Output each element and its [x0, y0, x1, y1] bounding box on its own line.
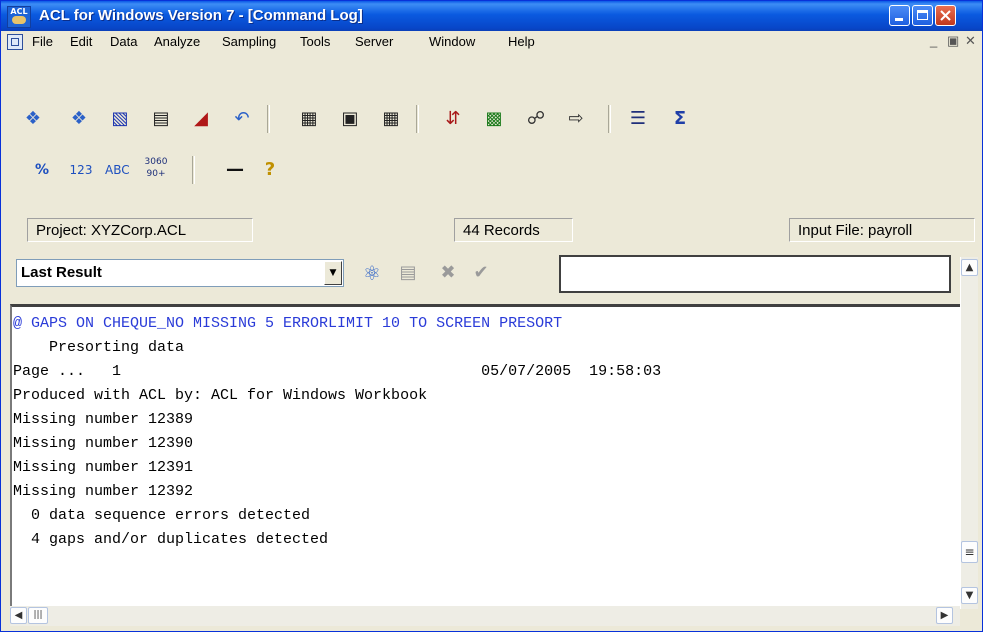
analysis-toolbar: % 123 ABC 3060 90+ — ? [1, 141, 982, 207]
status-row: Project: XYZCorp.ACL 44 Records Input Fi… [1, 212, 982, 246]
age-icon[interactable]: 3060 90+ [144, 156, 168, 180]
log-line: Missing number 12390 [13, 435, 194, 452]
command-input[interactable] [559, 255, 951, 293]
menu-tools[interactable]: Tools [300, 34, 330, 49]
separator-line-icon[interactable]: — [223, 158, 247, 182]
result-select[interactable]: Last Result ▼ [16, 259, 344, 287]
cancel-icon[interactable]: ✖ [436, 261, 460, 285]
total-icon[interactable]: Σ [668, 107, 692, 131]
open-table-icon[interactable]: ❖ [67, 107, 91, 131]
app-icon-text: ACL [10, 7, 28, 16]
menu-data[interactable]: Data [110, 34, 137, 49]
scroll-right-button[interactable]: ▶ [936, 607, 953, 624]
help-icon[interactable]: ? [258, 158, 282, 182]
sort-icon[interactable]: ⇵ [441, 107, 465, 131]
undo-icon[interactable]: ↶ [230, 107, 254, 131]
log-line: 0 data sequence errors detected [13, 507, 311, 524]
acl-app-icon[interactable]: ACL [7, 6, 31, 28]
mdi-minimize-button[interactable]: _ [930, 33, 937, 48]
grid-icon[interactable]: ▦ [379, 107, 403, 131]
count-icon[interactable]: ☰ [626, 107, 650, 131]
accept-icon[interactable]: ✔ [469, 261, 493, 285]
characters-icon[interactable]: ABC [105, 158, 130, 182]
title-bar[interactable]: ACL ACL for Windows Version 7 - [Command… [1, 1, 982, 31]
project-status: Project: XYZCorp.ACL [27, 218, 253, 242]
menu-edit[interactable]: Edit [70, 34, 92, 49]
scroll-down-button[interactable]: ▼ [961, 587, 978, 604]
menu-file[interactable]: File [32, 34, 53, 49]
edit-command-icon[interactable]: ⚛ [360, 261, 384, 285]
records-status: 44 Records [454, 218, 573, 242]
menu-bar: File Edit Data Analyze Sampling Tools Se… [1, 31, 982, 53]
paste-icon[interactable]: ▤ [396, 261, 420, 285]
command-log[interactable]: @ GAPS ON CHEQUE_NO MISSING 5 ERRORLIMIT… [10, 304, 960, 606]
scroll-thumb[interactable]: ≡ [961, 541, 978, 563]
open-project-icon[interactable]: ❖ [21, 107, 45, 131]
toolbar-separator [192, 156, 195, 184]
index-icon[interactable]: ▩ [482, 107, 506, 131]
chevron-down-icon[interactable]: ▼ [324, 261, 342, 285]
menu-analyze[interactable]: Analyze [154, 34, 200, 49]
log-line: Produced with ACL by: ACL for Windows Wo… [13, 387, 428, 404]
close-icon [940, 10, 951, 21]
minimize-button[interactable] [889, 5, 910, 26]
table-layout-icon[interactable]: ▦ [297, 107, 321, 131]
classify-icon[interactable]: 123 [69, 158, 93, 182]
menu-sampling[interactable]: Sampling [222, 34, 276, 49]
toolbar-separator [267, 105, 270, 133]
result-bar: Last Result ▼ ⚛ ▤ ✖ ✔ [1, 247, 982, 303]
stratify-icon[interactable]: % [30, 158, 54, 182]
vertical-scrollbar[interactable]: ▲ ≡ ▼ [960, 257, 978, 609]
document-control-icon[interactable] [7, 34, 23, 50]
scroll-left-button[interactable]: ◀ [10, 607, 27, 624]
scroll-up-button[interactable]: ▲ [961, 259, 978, 276]
log-line: Missing number 12391 [13, 459, 194, 476]
log-line: 4 gaps and/or duplicates detected [13, 531, 329, 548]
menu-window[interactable]: Window [429, 34, 475, 49]
relate-icon[interactable]: ☍ [524, 107, 548, 131]
toolbar-separator [416, 105, 419, 133]
result-select-value: Last Result [21, 264, 102, 281]
save-icon[interactable]: ▧ [108, 107, 132, 131]
log-line: Presorting data [13, 339, 185, 356]
log-command-line[interactable]: @ GAPS ON CHEQUE_NO MISSING 5 ERRORLIMIT… [13, 312, 562, 336]
log-line: Page ... 1 05/07/2005 19:58:03 [13, 363, 662, 380]
main-toolbar: ❖ ❖ ▧ ▤ ◢ ↶ ▦ ▣ ▦ ⇵ ▩ ☍ ⇨ ☰ Σ [1, 54, 982, 134]
view-icon[interactable]: ▣ [338, 107, 362, 131]
mdi-close-button[interactable]: ✕ [965, 33, 976, 49]
log-line: Missing number 12392 [13, 483, 194, 500]
h-scroll-thumb[interactable]: ||| [28, 607, 48, 624]
close-button[interactable] [935, 5, 956, 26]
mdi-restore-button[interactable]: ▣ [947, 33, 959, 49]
toolbar-separator [608, 105, 611, 133]
join-icon[interactable]: ⇨ [564, 107, 588, 131]
set-filter-icon[interactable]: ◢ [189, 107, 213, 131]
print-icon[interactable]: ▤ [149, 107, 173, 131]
menu-help[interactable]: Help [508, 34, 535, 49]
input-file-status: Input File: payroll [789, 218, 975, 242]
maximize-button[interactable] [912, 5, 933, 26]
log-line: Missing number 12389 [13, 411, 194, 428]
menu-server[interactable]: Server [355, 34, 393, 49]
app-window: ACL ACL for Windows Version 7 - [Command… [0, 0, 983, 632]
horizontal-scrollbar[interactable]: ◀ ||| ▶ [10, 606, 960, 626]
window-title: ACL for Windows Version 7 - [Command Log… [39, 7, 363, 24]
